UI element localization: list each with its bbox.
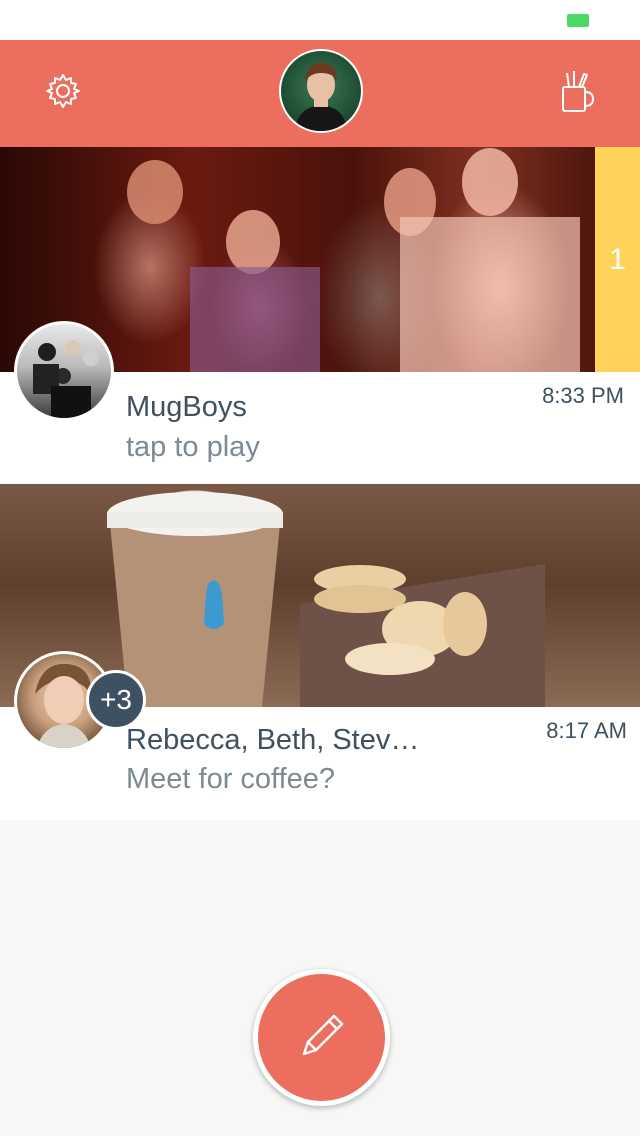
mug-with-pens-icon [557, 69, 597, 117]
conversation-item[interactable]: 1 MugBoys tap to play 8:33 PM [0, 147, 640, 483]
conversation-item[interactable]: +3 Rebecca, Beth, Stev… Meet for coffee?… [0, 484, 640, 820]
nav-bar [0, 40, 640, 147]
conversation-time: 8:17 AM [546, 718, 627, 743]
settings-button[interactable] [38, 68, 88, 118]
conversation-name: Rebecca, Beth, Stev… [126, 724, 420, 756]
gear-icon [43, 71, 83, 115]
extra-participants-badge: +3 [86, 670, 146, 730]
conversation-message: Meet for coffee? [126, 763, 336, 795]
pencil-icon [290, 1004, 354, 1072]
conversation-name: MugBoys [126, 391, 247, 423]
avatar [14, 321, 114, 421]
profile-avatar[interactable] [279, 49, 363, 133]
conversation-time: 8:33 PM [542, 383, 624, 408]
new-mug-button[interactable] [552, 68, 602, 118]
conversation-message: tap to play [126, 431, 260, 463]
battery-icon [567, 14, 589, 27]
status-bar [0, 0, 640, 40]
unread-count-badge: 1 [595, 147, 640, 372]
compose-button[interactable] [253, 969, 390, 1106]
